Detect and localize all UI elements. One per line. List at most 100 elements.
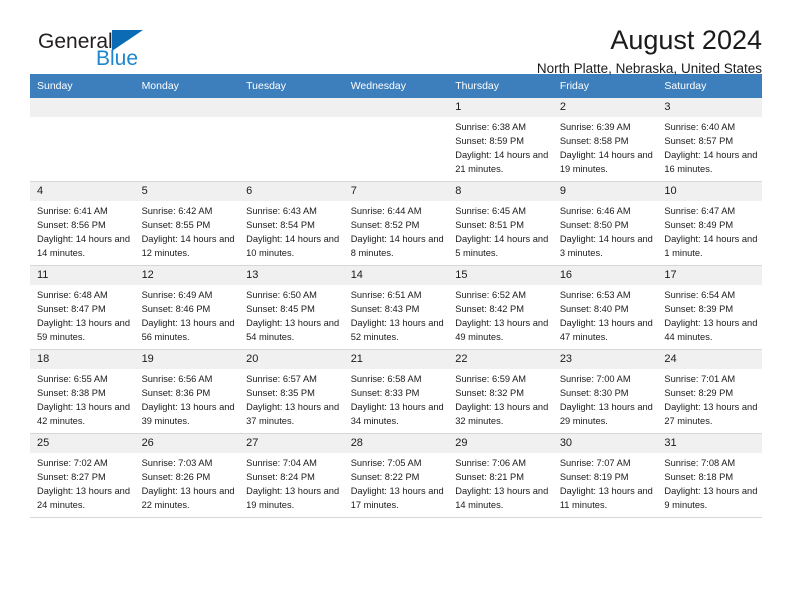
sunrise-text: Sunrise: 7:00 AM: [559, 374, 631, 384]
day-number: 31: [657, 434, 762, 453]
calendar-week-row: 18 Sunrise: 6:55 AM Sunset: 8:38 PM Dayligh…: [30, 349, 762, 434]
sunrise-text: Sunrise: 6:52 AM: [455, 290, 527, 300]
calendar-day-cell[interactable]: 17 Sunrise: 6:54 AM Sunset: 8:39 PM Dayligh…: [657, 265, 762, 350]
sunset-text: Sunset: 8:59 PM: [455, 136, 524, 147]
calendar-day-cell-empty: [30, 98, 135, 182]
calendar-day-cell[interactable]: 13 Sunrise: 6:50 AM Sunset: 8:45 PM Dayligh…: [239, 265, 344, 350]
calendar-day-cell[interactable]: 9 Sunrise: 6:46 AM Sunset: 8:50 PM Daylight…: [552, 181, 658, 266]
daylight-text: Daylight: 14 hours and 3 minutes.: [559, 234, 653, 259]
calendar-day-cell[interactable]: 25 Sunrise: 7:02 AM Sunset: 8:27 PM Dayligh…: [30, 433, 135, 518]
sunset-text: Sunset: 8:47 PM: [37, 304, 106, 315]
day-number: 16: [552, 266, 658, 285]
day-details: Sunrise: 7:04 AM Sunset: 8:24 PM Daylight:…: [239, 453, 344, 513]
calendar-day-cell[interactable]: 4 Sunrise: 6:41 AM Sunset: 8:56 PM Daylight…: [30, 181, 135, 266]
calendar-day-cell[interactable]: 30 Sunrise: 7:07 AM Sunset: 8:19 PM Dayligh…: [552, 433, 658, 518]
calendar-day-cell[interactable]: 18 Sunrise: 6:55 AM Sunset: 8:38 PM Dayligh…: [30, 349, 135, 434]
day-number: 9: [552, 182, 658, 201]
sunset-text: Sunset: 8:27 PM: [37, 472, 106, 483]
daylight-text: Daylight: 13 hours and 52 minutes.: [350, 318, 444, 343]
day-details: Sunrise: 7:02 AM Sunset: 8:27 PM Daylight:…: [30, 453, 135, 513]
calendar-day-cell[interactable]: 15 Sunrise: 6:52 AM Sunset: 8:42 PM Dayligh…: [448, 265, 553, 350]
calendar-day-cell[interactable]: 1 Sunrise: 6:38 AM Sunset: 8:59 PM Daylight…: [448, 98, 553, 182]
day-details: Sunrise: 6:43 AM Sunset: 8:54 PM Daylight:…: [239, 201, 344, 261]
calendar-day-cell[interactable]: 27 Sunrise: 7:04 AM Sunset: 8:24 PM Dayligh…: [239, 433, 344, 518]
calendar-day-cell[interactable]: 12 Sunrise: 6:49 AM Sunset: 8:46 PM Dayligh…: [134, 265, 240, 350]
sunset-text: Sunset: 8:22 PM: [350, 472, 420, 483]
sunrise-text: Sunrise: 6:55 AM: [37, 374, 108, 384]
calendar-day-cell[interactable]: 29 Sunrise: 7:06 AM Sunset: 8:21 PM Dayligh…: [448, 433, 553, 518]
day-number: [134, 98, 240, 117]
calendar-day-cell[interactable]: 8 Sunrise: 6:45 AM Sunset: 8:51 PM Daylight…: [448, 181, 553, 266]
calendar-day-cell[interactable]: 19 Sunrise: 6:56 AM Sunset: 8:36 PM Dayligh…: [134, 349, 240, 434]
sunrise-text: Sunrise: 6:40 AM: [664, 122, 736, 132]
day-number: 17: [657, 266, 762, 285]
sunrise-text: Sunrise: 6:54 AM: [664, 290, 736, 300]
day-details: Sunrise: 6:48 AM Sunset: 8:47 PM Daylight:…: [30, 285, 135, 345]
calendar-day-cell[interactable]: 2 Sunrise: 6:39 AM Sunset: 8:58 PM Daylight…: [552, 98, 658, 182]
daylight-text: Daylight: 14 hours and 21 minutes.: [455, 150, 549, 175]
page-subtitle: North Platte, Nebraska, United States: [536, 61, 762, 77]
sunset-text: Sunset: 8:45 PM: [246, 304, 315, 315]
day-details: Sunrise: 7:08 AM Sunset: 8:18 PM Daylight:…: [657, 453, 762, 513]
calendar-day-cell[interactable]: 10 Sunrise: 6:47 AM Sunset: 8:49 PM Dayligh…: [657, 181, 762, 266]
brand-logo[interactable]: General Blue: [38, 30, 143, 69]
sunrise-text: Sunrise: 7:01 AM: [664, 374, 736, 384]
sunset-text: Sunset: 8:39 PM: [664, 304, 734, 315]
calendar-day-cell-empty: [343, 98, 449, 182]
day-details: Sunrise: 6:46 AM Sunset: 8:50 PM Daylight:…: [553, 201, 658, 261]
calendar-day-cell[interactable]: 21 Sunrise: 6:58 AM Sunset: 8:33 PM Dayligh…: [343, 349, 449, 434]
calendar-day-cell[interactable]: 23 Sunrise: 7:00 AM Sunset: 8:30 PM Dayligh…: [552, 349, 658, 434]
weekday-header-wednesday: Wednesday: [343, 74, 449, 98]
sunset-text: Sunset: 8:58 PM: [559, 136, 629, 147]
calendar-day-cell[interactable]: 14 Sunrise: 6:51 AM Sunset: 8:43 PM Dayligh…: [343, 265, 449, 350]
weekday-header-thursday: Thursday: [448, 74, 553, 98]
page-title: August 2024: [610, 25, 762, 55]
sunrise-text: Sunrise: 6:57 AM: [246, 374, 317, 384]
sunrise-text: Sunrise: 6:48 AM: [37, 290, 108, 300]
calendar-day-cell[interactable]: 20 Sunrise: 6:57 AM Sunset: 8:35 PM Dayligh…: [239, 349, 344, 434]
calendar-week-row: 4 Sunrise: 6:41 AM Sunset: 8:56 PM Daylight…: [30, 181, 762, 266]
day-details: Sunrise: 7:01 AM Sunset: 8:29 PM Daylight:…: [657, 369, 762, 429]
calendar-day-cell[interactable]: 5 Sunrise: 6:42 AM Sunset: 8:55 PM Daylight…: [134, 181, 240, 266]
sunrise-text: Sunrise: 6:41 AM: [37, 206, 108, 216]
sunrise-text: Sunrise: 7:03 AM: [141, 458, 213, 468]
daylight-text: Daylight: 13 hours and 24 minutes.: [37, 486, 131, 511]
calendar-day-cell[interactable]: 7 Sunrise: 6:44 AM Sunset: 8:52 PM Daylight…: [343, 181, 449, 266]
sunset-text: Sunset: 8:42 PM: [455, 304, 524, 315]
daylight-text: Daylight: 13 hours and 42 minutes.: [37, 402, 131, 427]
calendar-day-cell[interactable]: 26 Sunrise: 7:03 AM Sunset: 8:26 PM Dayligh…: [134, 433, 240, 518]
weekday-header-monday: Monday: [134, 74, 240, 98]
sunset-text: Sunset: 8:46 PM: [141, 304, 211, 315]
day-number: 11: [30, 266, 135, 285]
calendar-day-cell[interactable]: 22 Sunrise: 6:59 AM Sunset: 8:32 PM Dayligh…: [448, 349, 553, 434]
calendar-day-cell[interactable]: 6 Sunrise: 6:43 AM Sunset: 8:54 PM Daylight…: [239, 181, 344, 266]
calendar-day-cell[interactable]: 11 Sunrise: 6:48 AM Sunset: 8:47 PM Dayligh…: [30, 265, 135, 350]
daylight-text: Daylight: 13 hours and 54 minutes.: [246, 318, 340, 343]
sunrise-text: Sunrise: 7:05 AM: [350, 458, 422, 468]
daylight-text: Daylight: 14 hours and 1 minute.: [664, 234, 758, 259]
calendar-day-cell[interactable]: 16 Sunrise: 6:53 AM Sunset: 8:40 PM Dayligh…: [552, 265, 658, 350]
calendar-body: 1 Sunrise: 6:38 AM Sunset: 8:59 PM Daylight…: [30, 98, 762, 518]
day-number: 22: [448, 350, 553, 369]
day-number: 23: [552, 350, 658, 369]
day-number: 8: [448, 182, 553, 201]
daylight-text: Daylight: 13 hours and 14 minutes.: [455, 486, 549, 511]
weekday-header-saturday: Saturday: [657, 74, 762, 98]
day-number: 12: [134, 266, 240, 285]
day-details: Sunrise: 6:53 AM Sunset: 8:40 PM Daylight:…: [553, 285, 658, 345]
calendar-day-cell[interactable]: 28 Sunrise: 7:05 AM Sunset: 8:22 PM Dayligh…: [343, 433, 449, 518]
daylight-text: Daylight: 13 hours and 34 minutes.: [350, 402, 444, 427]
sunset-text: Sunset: 8:19 PM: [559, 472, 629, 483]
day-number: 20: [239, 350, 344, 369]
calendar-day-cell-empty: [239, 98, 344, 182]
day-number: 26: [134, 434, 240, 453]
sunset-text: Sunset: 8:43 PM: [350, 304, 420, 315]
calendar-day-cell[interactable]: 24 Sunrise: 7:01 AM Sunset: 8:29 PM Dayligh…: [657, 349, 762, 434]
weekday-header-sunday: Sunday: [30, 74, 135, 98]
daylight-text: Daylight: 13 hours and 22 minutes.: [141, 486, 235, 511]
sunset-text: Sunset: 8:33 PM: [350, 388, 420, 399]
day-details: Sunrise: 6:40 AM Sunset: 8:57 PM Daylight:…: [657, 117, 762, 177]
calendar-day-cell[interactable]: 31 Sunrise: 7:08 AM Sunset: 8:18 PM Dayligh…: [657, 433, 762, 518]
sunset-text: Sunset: 8:36 PM: [141, 388, 211, 399]
calendar-day-cell[interactable]: 3 Sunrise: 6:40 AM Sunset: 8:57 PM Daylight…: [657, 98, 762, 182]
